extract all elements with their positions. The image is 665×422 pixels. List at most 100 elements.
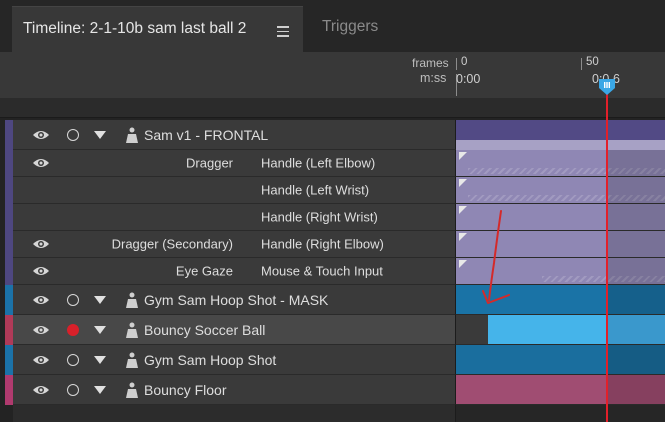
bar-shade bbox=[608, 375, 665, 404]
bar-shade bbox=[608, 204, 665, 230]
track-bar-active[interactable] bbox=[488, 315, 608, 344]
track-color-stripe bbox=[5, 258, 13, 285]
tab-timeline[interactable]: Timeline: 2-1-10b sam last ball 2 bbox=[12, 6, 303, 52]
handle-row[interactable]: Dragger Handle (Left Elbow) bbox=[0, 150, 665, 177]
track-color-stripe bbox=[5, 315, 13, 345]
handle-name: Handle (Left Elbow) bbox=[261, 155, 376, 171]
track-color-stripe bbox=[5, 375, 13, 405]
keyframe-marker-icon[interactable] bbox=[459, 206, 467, 214]
track-name: Gym Sam Hoop Shot - MASK bbox=[144, 291, 329, 308]
record-arm-icon[interactable] bbox=[67, 128, 79, 141]
record-armed-icon[interactable] bbox=[67, 323, 79, 336]
time-tick-label-0: 0:00 bbox=[456, 72, 481, 86]
track-header[interactable]: Bouncy Floor bbox=[13, 375, 455, 405]
track-name: Gym Sam Hoop Shot bbox=[144, 351, 277, 368]
frame-tick-50 bbox=[581, 58, 582, 70]
frames-label: frames bbox=[412, 56, 449, 70]
track-row[interactable]: Gym Sam Hoop Shot bbox=[0, 345, 665, 375]
track-color-stripe bbox=[5, 204, 13, 231]
eye-icon[interactable] bbox=[32, 294, 50, 306]
track-bar-lower bbox=[456, 140, 665, 150]
handle-row[interactable]: Handle (Left Wrist) bbox=[0, 177, 665, 204]
track-header[interactable]: Gym Sam Hoop Shot - MASK bbox=[13, 285, 455, 315]
track-name: Bouncy Floor bbox=[144, 381, 227, 398]
track-name: Sam v1 - FRONTAL bbox=[144, 126, 269, 143]
frame-tick-label-0: 0 bbox=[461, 56, 468, 68]
eye-icon[interactable] bbox=[32, 157, 50, 169]
track-color-stripe bbox=[5, 177, 13, 204]
bar-shade bbox=[608, 258, 665, 284]
frame-tick-label-50: 50 bbox=[586, 56, 599, 68]
record-arm-icon[interactable] bbox=[67, 353, 79, 366]
keyframe-marker-icon[interactable] bbox=[459, 233, 467, 241]
behavior-name: Eye Gaze bbox=[175, 263, 233, 279]
eye-icon[interactable] bbox=[32, 324, 50, 336]
keyframe-marker-icon[interactable] bbox=[459, 179, 467, 187]
eye-icon[interactable] bbox=[32, 354, 50, 366]
track-list-empty bbox=[13, 405, 455, 422]
time-format-label: m:ss bbox=[420, 71, 447, 85]
track-row[interactable]: Sam v1 - FRONTAL bbox=[0, 120, 665, 150]
record-arm-icon[interactable] bbox=[67, 383, 79, 396]
expand-triangle-icon[interactable] bbox=[94, 325, 106, 334]
expand-triangle-icon[interactable] bbox=[94, 385, 106, 394]
track-row[interactable]: Gym Sam Hoop Shot - MASK bbox=[0, 285, 665, 315]
tab-triggers[interactable]: Triggers bbox=[322, 18, 378, 36]
keyframe-marker-icon[interactable] bbox=[459, 152, 467, 160]
track-bar[interactable] bbox=[455, 375, 665, 405]
track-color-stripe bbox=[5, 285, 13, 315]
record-arm-icon[interactable] bbox=[67, 293, 79, 306]
track-color-stripe bbox=[5, 120, 13, 150]
handle-bar[interactable] bbox=[455, 177, 665, 204]
track-header[interactable]: Gym Sam Hoop Shot bbox=[13, 345, 455, 375]
track-header[interactable]: Bouncy Soccer Ball bbox=[13, 315, 455, 345]
handle-header[interactable]: Eye Gaze Mouse & Touch Input bbox=[13, 258, 455, 285]
handle-name: Handle (Left Wrist) bbox=[261, 182, 370, 198]
handle-header[interactable]: Handle (Left Wrist) bbox=[13, 177, 455, 204]
behavior-name: Dragger bbox=[186, 155, 233, 171]
timeline-empty bbox=[455, 405, 665, 422]
handle-header[interactable]: Dragger (Secondary) Handle (Right Elbow) bbox=[13, 231, 455, 258]
playhead-handle-icon[interactable] bbox=[598, 78, 616, 96]
handle-row[interactable]: Handle (Right Wrist) bbox=[0, 204, 665, 231]
track-color-stripe bbox=[5, 231, 13, 258]
track-bar[interactable] bbox=[455, 315, 665, 345]
expand-triangle-icon[interactable] bbox=[94, 295, 106, 304]
eye-icon[interactable] bbox=[32, 384, 50, 396]
bar-shade bbox=[608, 285, 665, 314]
bar-shade bbox=[608, 345, 665, 374]
timeline-ruler[interactable]: frames m:ss 0 50 0:00 0:0 6 bbox=[0, 52, 665, 98]
handle-row[interactable]: Dragger (Secondary) Handle (Right Elbow) bbox=[0, 231, 665, 258]
track-row-selected[interactable]: Bouncy Soccer Ball bbox=[0, 315, 665, 345]
playhead-line[interactable] bbox=[606, 84, 608, 422]
handle-header[interactable]: Dragger Handle (Left Elbow) bbox=[13, 150, 455, 177]
puppet-icon bbox=[126, 382, 138, 398]
handle-row[interactable]: Eye Gaze Mouse & Touch Input bbox=[0, 258, 665, 285]
bar-shade bbox=[608, 315, 665, 344]
eye-icon[interactable] bbox=[32, 129, 50, 141]
puppet-icon bbox=[126, 292, 138, 308]
eye-icon[interactable] bbox=[32, 265, 50, 277]
track-bar[interactable] bbox=[455, 345, 665, 375]
track-row[interactable]: Bouncy Floor bbox=[0, 375, 665, 405]
bar-shade bbox=[608, 231, 665, 257]
frame-tick-0 bbox=[456, 58, 457, 70]
handle-header[interactable]: Handle (Right Wrist) bbox=[13, 204, 455, 231]
track-bar[interactable] bbox=[455, 120, 665, 150]
timeline-scrub-strip[interactable] bbox=[0, 98, 665, 118]
expand-triangle-icon[interactable] bbox=[94, 355, 106, 364]
keyframe-marker-icon[interactable] bbox=[459, 260, 467, 268]
eye-icon[interactable] bbox=[32, 238, 50, 250]
annotation-arrow-icon bbox=[482, 210, 510, 304]
track-header[interactable]: Sam v1 - FRONTAL bbox=[13, 120, 455, 150]
puppet-icon bbox=[126, 352, 138, 368]
bar-shade bbox=[608, 177, 665, 203]
handle-name: Mouse & Touch Input bbox=[261, 263, 383, 279]
bar-shade bbox=[608, 150, 665, 176]
track-name: Bouncy Soccer Ball bbox=[144, 321, 266, 338]
tab-timeline-label: Timeline: 2-1-10b sam last ball 2 bbox=[23, 20, 247, 37]
behavior-name: Dragger (Secondary) bbox=[111, 236, 233, 252]
handle-bar[interactable] bbox=[455, 150, 665, 177]
expand-triangle-icon[interactable] bbox=[94, 130, 106, 139]
panel-menu-icon[interactable] bbox=[277, 26, 289, 38]
